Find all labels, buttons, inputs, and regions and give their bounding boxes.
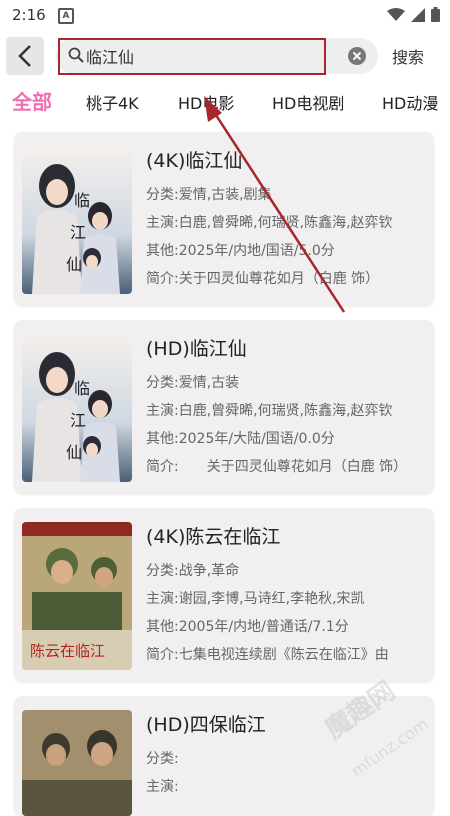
clear-search-icon[interactable] <box>348 47 366 65</box>
result-cast: 主演: <box>146 779 179 795</box>
result-category: 分类:爱情,古装,剧集 <box>146 187 272 203</box>
svg-text:临: 临 <box>74 379 90 398</box>
result-cast: 主演:白鹿,曾舜晞,何瑞贤,陈鑫海,赵弈钦 <box>146 215 393 231</box>
result-other: 其他:2005年/内地/普通话/7.1分 <box>146 619 349 635</box>
result-intro: 简介:关于四灵仙尊花如月（白鹿 饰） <box>146 271 380 287</box>
tab-hd-tv[interactable]: HD电视剧 <box>272 90 344 114</box>
result-intro: 简介: 关于四灵仙尊花如月（白鹿 饰） <box>146 459 408 475</box>
result-other: 其他:2025年/内地/国语/5.0分 <box>146 243 335 259</box>
svg-text:江: 江 <box>70 411 86 430</box>
result-title: (4K)陈云在临江 <box>146 526 281 548</box>
app-notification-icon: A <box>58 8 74 24</box>
tab-hd-anime[interactable]: HD动漫 <box>382 90 438 114</box>
status-icons <box>387 7 440 22</box>
result-title: (HD)四保临江 <box>146 714 266 736</box>
back-button[interactable] <box>6 37 44 75</box>
search-input[interactable] <box>86 38 346 74</box>
signal-icon <box>411 7 425 22</box>
result-title: (4K)临江仙 <box>146 150 243 172</box>
search-icon <box>68 47 84 63</box>
result-cast: 主演:白鹿,曾舜晞,何瑞贤,陈鑫海,赵弈钦 <box>146 403 393 419</box>
result-intro: 简介:七集电视连续剧《陈云在临江》由 <box>146 647 389 663</box>
status-time: 2:16 <box>12 6 46 24</box>
svg-text:临: 临 <box>74 191 90 210</box>
battery-icon <box>431 7 440 22</box>
poster-image <box>22 710 132 816</box>
svg-text:仙: 仙 <box>66 255 82 274</box>
search-button[interactable]: 搜索 <box>392 44 424 68</box>
tab-hd-movie[interactable]: HD电影 <box>178 90 234 114</box>
result-category: 分类:爱情,古装 <box>146 375 240 391</box>
svg-text:仙: 仙 <box>66 443 82 462</box>
tab-all[interactable]: 全部 <box>12 86 52 115</box>
category-tabs: 全部 桃子4K HD电影 HD电视剧 HD动漫 <box>0 84 450 120</box>
result-card[interactable]: 临 江 仙 (HD)临江仙 分类:爱情,古装 主演:白鹿,曾舜晞,何瑞贤,陈鑫海… <box>14 320 434 494</box>
result-card[interactable]: 陈云在临江 (4K)陈云在临江 分类:战争,革命 主演:谢园,李博,马诗红,李艳… <box>14 508 434 682</box>
result-other: 其他:2025年/大陆/国语/0.0分 <box>146 431 335 447</box>
result-title: (HD)临江仙 <box>146 338 247 360</box>
result-cast: 主演:谢园,李博,马诗红,李艳秋,宋凯 <box>146 591 365 607</box>
poster-image: 陈云在临江 <box>22 522 132 670</box>
status-bar: 2:16 A <box>0 0 450 32</box>
search-bar-row: 搜索 <box>0 34 450 78</box>
poster-image: 临 江 仙 <box>22 146 132 294</box>
search-box[interactable] <box>56 38 378 74</box>
result-card[interactable]: 临 江 仙 (4K)临江仙 分类:爱情,古装,剧集 主演:白鹿,曾舜晞,何瑞贤,… <box>14 132 434 306</box>
svg-text:陈云在临江: 陈云在临江 <box>30 642 105 660</box>
svg-text:江: 江 <box>70 223 86 242</box>
result-category: 分类:战争,革命 <box>146 563 240 579</box>
poster-image: 临 江 仙 <box>22 334 132 482</box>
chevron-left-icon <box>18 45 31 67</box>
wifi-icon <box>387 7 405 21</box>
tab-taozi-4k[interactable]: 桃子4K <box>86 90 139 114</box>
